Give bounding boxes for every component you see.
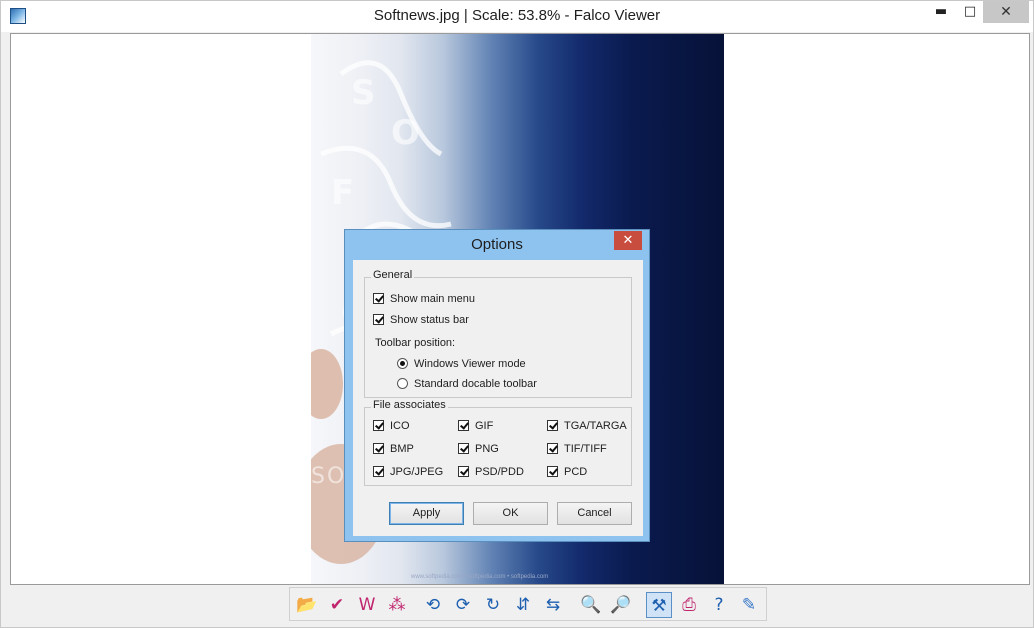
minimize-button[interactable]: ▬ [927,1,955,23]
checkbox-checked-icon[interactable] [547,466,558,477]
options-dialog: Options ✕ General Show main menu Show st… [344,229,650,542]
general-group: General Show main menu Show status bar T… [364,269,632,398]
save-as-icon[interactable]: W [354,592,380,618]
flip-vertical-icon[interactable]: ⇵ [510,592,536,618]
rotate-right-icon[interactable]: ⟳ [450,592,476,618]
rotate-left-icon[interactable]: ⟲ [420,592,446,618]
batch-convert-icon[interactable]: ⁂ [384,592,410,618]
show-status-bar-checkbox[interactable]: Show status bar [373,314,469,328]
standard-docable-toolbar-label: Standard docable toolbar [414,378,537,390]
checkbox-checked-icon[interactable] [373,314,384,325]
open-folder-icon[interactable]: 📂 [294,592,320,618]
assoc-tif-checkbox[interactable]: TIF/TIFF [547,443,607,457]
options-icon[interactable]: ⚒ [646,592,672,618]
assoc-ico-label: ICO [390,420,410,432]
flip-horizontal-icon[interactable]: ⇆ [540,592,566,618]
title-bar[interactable]: Softnews.jpg | Scale: 53.8% - Falco View… [1,1,1033,32]
general-legend: General [371,269,415,281]
dialog-body: General Show main menu Show status bar T… [353,260,643,536]
save-icon[interactable]: ✔ [324,592,350,618]
apply-button[interactable]: Apply [389,502,464,525]
assoc-psd-checkbox[interactable]: PSD/PDD [458,466,524,480]
show-status-bar-label: Show status bar [390,314,469,326]
checkbox-checked-icon[interactable] [373,443,384,454]
dialog-close-button[interactable]: ✕ [614,231,642,250]
zoom-out-icon[interactable]: 🔎 [608,592,634,618]
zoom-in-icon[interactable]: 🔍 [578,592,604,618]
file-associates-legend: File associates [371,399,448,411]
close-button[interactable]: ✕ [983,1,1029,23]
file-associates-group: File associates ICO GIF TGA/TARGA BMP PN… [364,399,632,486]
assoc-gif-checkbox[interactable]: GIF [458,420,493,434]
assoc-ico-checkbox[interactable]: ICO [373,420,410,434]
window-title: Softnews.jpg | Scale: 53.8% - Falco View… [373,7,661,24]
svg-text:F: F [331,173,354,213]
assoc-tga-checkbox[interactable]: TGA/TARGA [547,420,627,434]
checkbox-checked-icon[interactable] [458,466,469,477]
toolbar-position-label: Toolbar position: [375,337,456,349]
standard-docable-toolbar-radio[interactable]: Standard docable toolbar [397,378,537,392]
rotate-180-icon[interactable]: ↻ [480,592,506,618]
assoc-tif-label: TIF/TIFF [564,443,607,455]
assoc-jpg-checkbox[interactable]: JPG/JPEG [373,466,443,480]
assoc-bmp-label: BMP [390,443,414,455]
assoc-psd-label: PSD/PDD [475,466,524,478]
checkbox-checked-icon[interactable] [373,466,384,477]
checkbox-checked-icon[interactable] [547,420,558,431]
checkbox-checked-icon[interactable] [458,443,469,454]
checkbox-checked-icon[interactable] [547,443,558,454]
svg-text:O: O [391,113,420,153]
show-main-menu-checkbox[interactable]: Show main menu [373,293,475,307]
bottom-toolbar: 📂 ✔ W ⁂ ⟲ ⟳ ↻ ⇵ ⇆ 🔍 🔎 ⚒ ⎙? ✎ [289,587,767,621]
assoc-tga-label: TGA/TARGA [564,420,627,432]
maximize-button[interactable]: □ [956,1,984,23]
falco-viewer-window: Softnews.jpg | Scale: 53.8% - Falco View… [0,0,1034,628]
ok-button[interactable]: OK [473,502,548,525]
assoc-png-label: PNG [475,443,499,455]
dialog-title: Options [471,236,523,253]
show-main-menu-label: Show main menu [390,293,475,305]
checkbox-checked-icon[interactable] [373,293,384,304]
help-icon[interactable]: ? [706,592,732,618]
windows-viewer-mode-label: Windows Viewer mode [414,358,526,370]
radio-selected-icon[interactable] [397,358,408,369]
assoc-jpg-label: JPG/JPEG [390,466,444,478]
assoc-gif-label: GIF [475,420,494,432]
assoc-bmp-checkbox[interactable]: BMP [373,443,414,457]
assoc-pcd-checkbox[interactable]: PCD [547,466,587,480]
cancel-button[interactable]: Cancel [557,502,632,525]
svg-text:S: S [351,73,376,113]
assoc-pcd-label: PCD [564,466,588,478]
windows-viewer-mode-radio[interactable]: Windows Viewer mode [397,358,526,372]
about-icon[interactable]: ✎ [736,592,762,618]
image-footer-text: www.softpedia.com • softpedia.com • soft… [411,574,549,580]
checkbox-checked-icon[interactable] [458,420,469,431]
print-icon[interactable]: ⎙ [676,592,702,618]
assoc-png-checkbox[interactable]: PNG [458,443,499,457]
radio-unselected-icon[interactable] [397,378,408,389]
checkbox-checked-icon[interactable] [373,420,384,431]
